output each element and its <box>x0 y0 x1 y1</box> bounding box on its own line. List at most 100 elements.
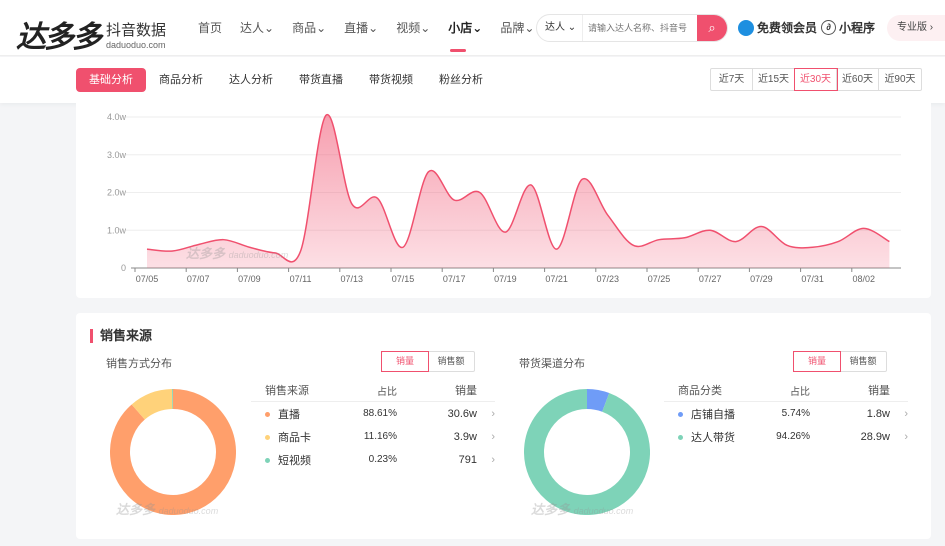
logo[interactable]: 达多多 抖音数据 daduoduo.com <box>16 12 166 56</box>
legend-dot <box>678 435 683 441</box>
trend-chart: 0 1.0w 2.0w 3.0w 4.0w 07/05 07/07 07/09 07/11 07/… <box>107 112 901 284</box>
search-input[interactable] <box>583 15 697 41</box>
chevron-right-icon[interactable]: › <box>477 431 495 443</box>
x-tick-label: 08/02 <box>853 274 876 284</box>
nav-influencer[interactable]: 达人⌄ <box>240 19 274 36</box>
left-metric-toggle: 销量 销售额 <box>381 351 475 372</box>
watermark: 达多多 daduoduo.com <box>116 502 219 517</box>
search-type-select[interactable]: 达人 ⌄ <box>537 15 583 41</box>
left-subtitle: 销售方式分布 <box>106 358 172 370</box>
link-icon: ∂ <box>821 20 836 35</box>
x-tick-label: 07/21 <box>545 274 568 284</box>
range-3[interactable]: 近60天 <box>837 69 879 90</box>
table-header: 商品分类 占比 销量 <box>664 379 908 402</box>
nav-live[interactable]: 直播⌄ <box>344 19 378 36</box>
table-row[interactable]: 达人带货 94.26% 28.9w › <box>664 425 908 448</box>
x-tick-label: 07/07 <box>187 274 210 284</box>
row-name: 店铺自播 <box>691 408 735 421</box>
row-name: 直播 <box>278 408 300 421</box>
x-tick-label: 07/31 <box>801 274 824 284</box>
watermark: 达多多 daduoduo.com <box>186 246 289 261</box>
y-tick-label: 1.0w <box>107 225 127 235</box>
sub-nav: 基础分析 商品分析 达人分析 带货直播 带货视频 粉丝分析 近7天 近15天 近30天 近60天… <box>0 57 945 103</box>
pro-version-button[interactable]: 专业版 › <box>887 15 945 41</box>
row-name: 达人带货 <box>691 431 735 444</box>
sales-method-donut <box>110 389 236 515</box>
y-tick-label: 3.0w <box>107 150 127 160</box>
x-tick-label: 07/29 <box>750 274 773 284</box>
row-name: 短视频 <box>278 454 311 467</box>
x-tick-label: 07/09 <box>238 274 261 284</box>
tab-2[interactable]: 达人分析 <box>216 68 286 92</box>
x-tick-label: 07/15 <box>392 274 415 284</box>
header-cell: 占比 <box>790 386 810 398</box>
table-row[interactable]: 商品卡 11.16% 3.9w › <box>251 425 495 448</box>
nav-shop[interactable]: 小店⌄ <box>448 19 482 52</box>
header-cell: 销售来源 <box>265 385 309 397</box>
range-1[interactable]: 近15天 <box>753 69 795 90</box>
row-pct: 0.23% <box>368 454 397 465</box>
row-name: 商品卡 <box>278 431 311 444</box>
range-4[interactable]: 近90天 <box>879 69 921 90</box>
chevron-right-icon[interactable]: › <box>890 408 908 420</box>
x-tick-label: 07/13 <box>341 274 364 284</box>
donut-slice <box>524 389 650 515</box>
row-value: 30.6w <box>447 407 477 420</box>
chevron-right-icon[interactable]: › <box>477 454 495 466</box>
legend-dot <box>265 435 270 441</box>
tab-5[interactable]: 粉丝分析 <box>426 68 496 92</box>
legend-dot <box>265 412 270 418</box>
row-pct: 94.26% <box>776 431 810 442</box>
chevron-right-icon[interactable]: › <box>477 408 495 420</box>
donut-slice <box>110 389 236 515</box>
range-2[interactable]: 近30天 <box>794 68 838 91</box>
tab-1[interactable]: 商品分析 <box>146 68 216 92</box>
right-metric-toggle: 销量 销售额 <box>793 351 887 372</box>
search-button[interactable]: ⌕ <box>697 15 727 41</box>
x-tick-label: 07/23 <box>597 274 620 284</box>
table-header: 销售来源 占比 销量 <box>251 379 495 402</box>
table-row[interactable]: 短视频 0.23% 791 › <box>251 448 495 471</box>
tab-3[interactable]: 带货直播 <box>286 68 356 92</box>
row-value: 1.8w <box>866 407 890 420</box>
top-bar: 达多多 抖音数据 daduoduo.com 首页 达人⌄ 商品⌄ 直播⌄ 视频⌄ … <box>0 0 945 56</box>
tab-4[interactable]: 带货视频 <box>356 68 426 92</box>
nav-product[interactable]: 商品⌄ <box>292 19 326 36</box>
table-row[interactable]: 店铺自播 5.74% 1.8w › <box>664 402 908 425</box>
toggle-amount[interactable]: 销售额 <box>428 352 474 371</box>
trend-chart-card: 0 1.0w 2.0w 3.0w 4.0w 07/05 07/07 07/09 07/11 07/… <box>76 103 931 298</box>
header-cell: 销量 <box>868 385 890 397</box>
y-tick-label: 2.0w <box>107 188 127 198</box>
right-subtitle: 带货渠道分布 <box>519 358 585 370</box>
toggle-volume[interactable]: 销量 <box>793 351 841 372</box>
tab-0[interactable]: 基础分析 <box>76 68 146 92</box>
toggle-amount[interactable]: 销售额 <box>840 352 886 371</box>
y-tick-label: 0 <box>121 263 126 273</box>
row-pct: 11.16% <box>363 431 397 442</box>
row-value: 28.9w <box>860 430 890 443</box>
vip-icon <box>738 19 754 36</box>
watermark: 达多多 daduoduo.com <box>531 502 634 517</box>
toggle-volume[interactable]: 销量 <box>381 351 429 372</box>
free-vip-link[interactable]: 免费领会员 <box>738 19 817 36</box>
sales-source-card: 销售来源 销售方式分布 销量 销售额 销售来源 占比 销量 直播 88.61% 30.6w… <box>76 313 931 539</box>
row-value: 3.9w <box>453 430 477 443</box>
vip-label: 免费领会员 <box>757 21 818 35</box>
x-tick-label: 07/27 <box>699 274 722 284</box>
logo-domain: daduoduo.com <box>106 39 166 50</box>
header-cell: 销量 <box>455 385 477 397</box>
range-0[interactable]: 近7天 <box>711 69 753 90</box>
nav-home[interactable]: 首页 <box>198 19 222 36</box>
row-value: 791 <box>458 453 477 466</box>
nav-brand[interactable]: 品牌⌄ <box>500 19 534 36</box>
nav-video[interactable]: 视频⌄ <box>396 19 430 36</box>
chevron-right-icon[interactable]: › <box>890 431 908 443</box>
search-icon: ⌕ <box>708 20 716 35</box>
x-tick-label: 07/05 <box>136 274 159 284</box>
search-box: 达人 ⌄ ⌕ <box>536 14 728 42</box>
channel-donut <box>524 389 650 515</box>
legend-dot <box>678 412 683 418</box>
logo-sub: 抖音数据 <box>106 21 167 39</box>
mini-program-link[interactable]: ∂ 小程序 <box>821 19 875 36</box>
table-row[interactable]: 直播 88.61% 30.6w › <box>251 402 495 425</box>
